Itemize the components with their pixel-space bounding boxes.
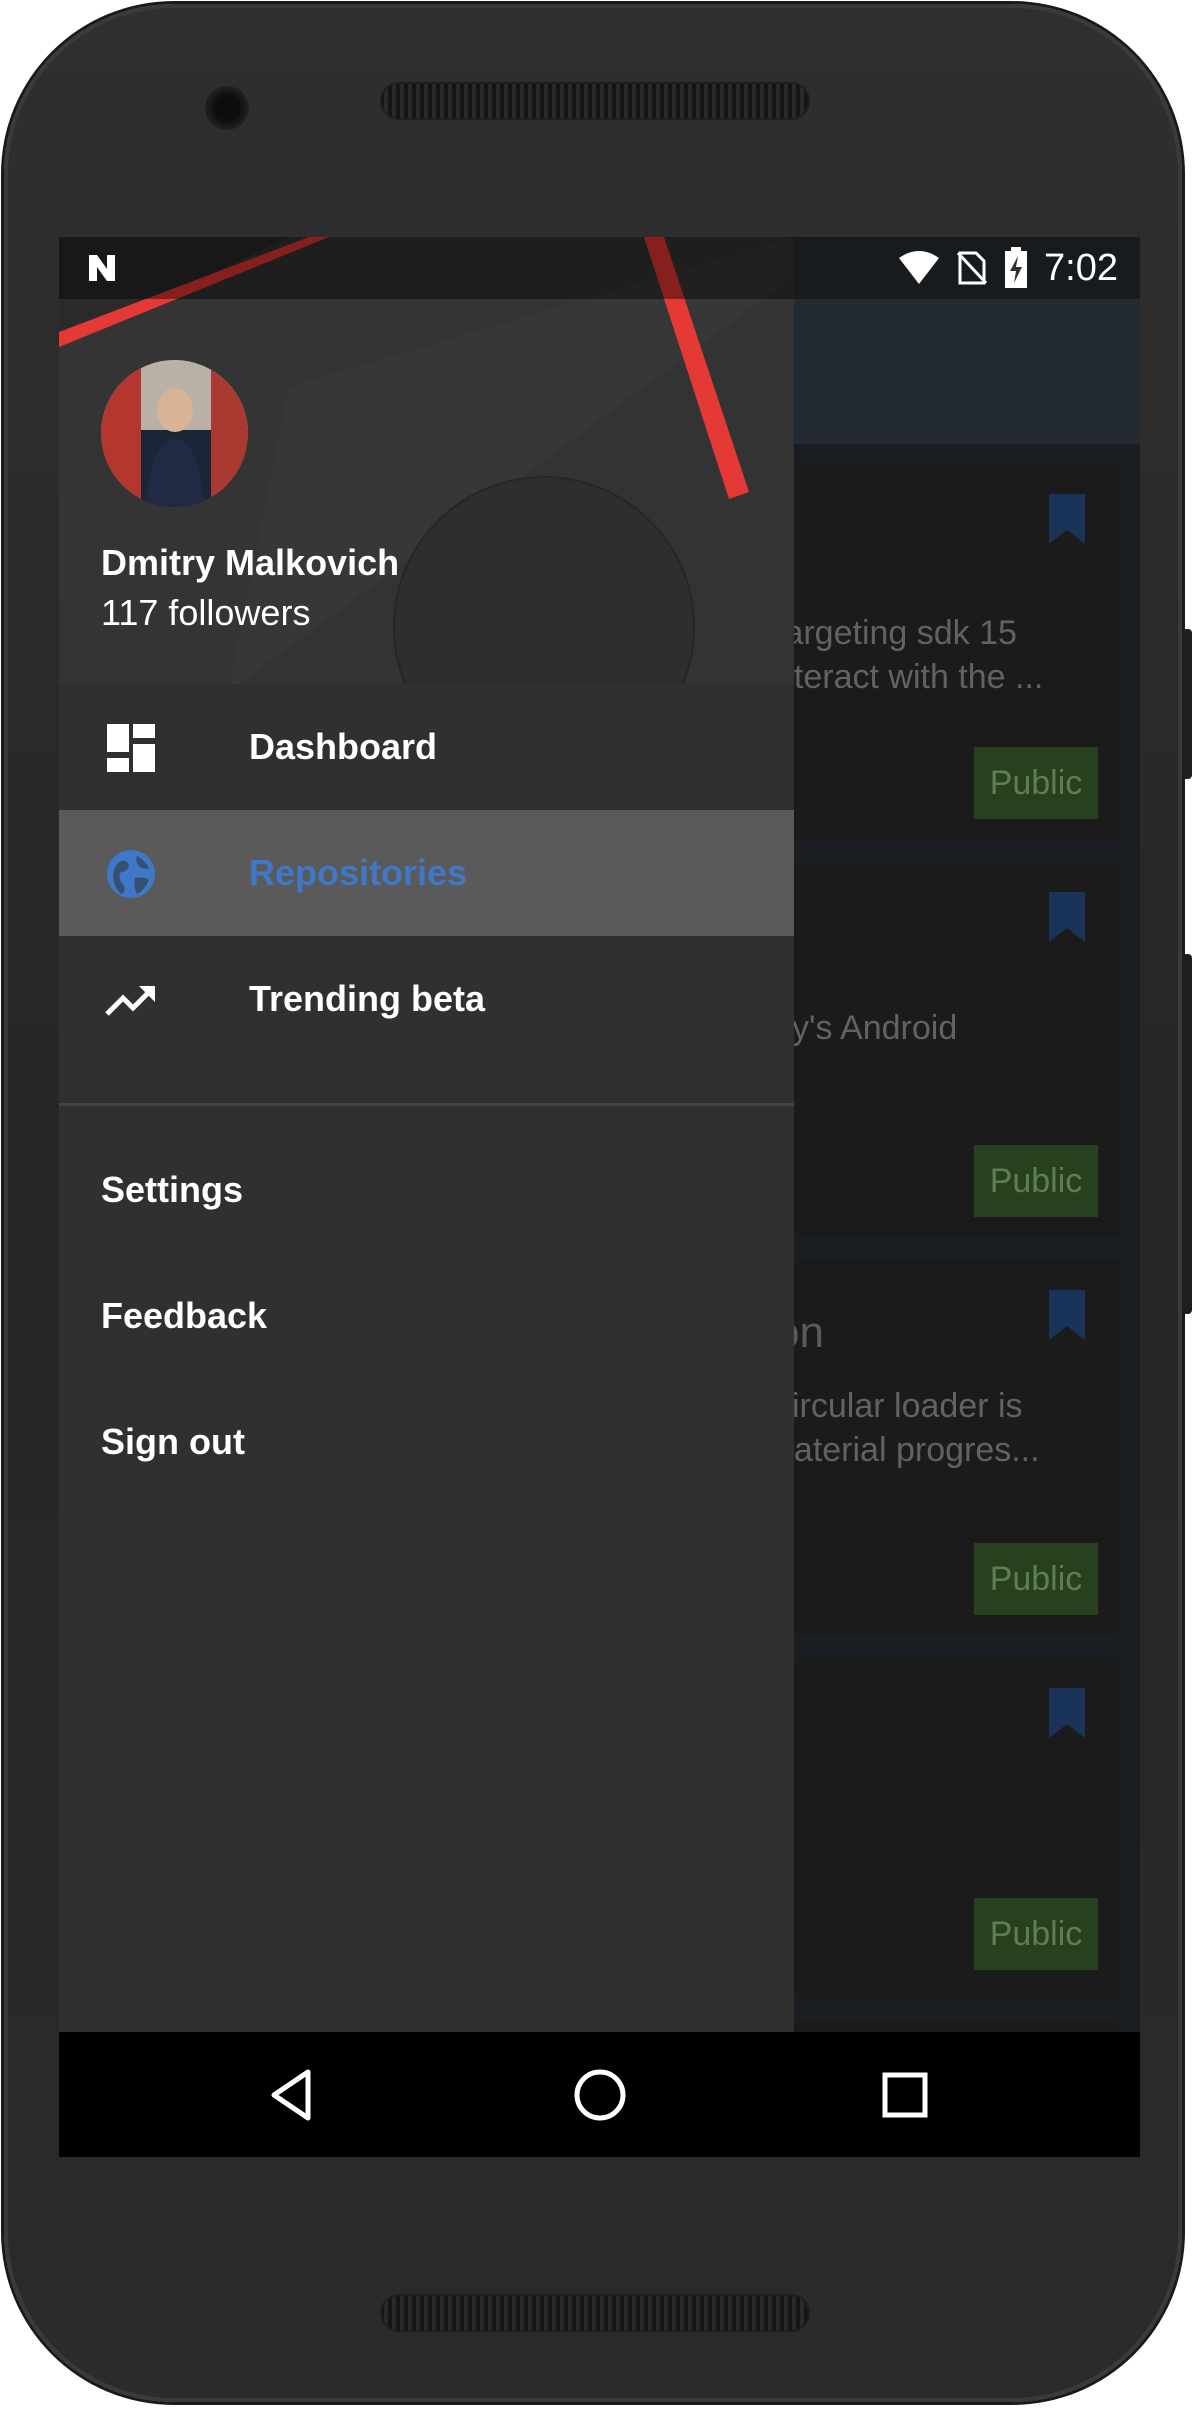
avatar-photo bbox=[101, 360, 248, 507]
drawer-item-label: Dashboard bbox=[249, 726, 438, 767]
avatar[interactable] bbox=[101, 360, 248, 507]
volume-button bbox=[1182, 629, 1192, 779]
drawer-item-trending[interactable]: Trending beta bbox=[59, 936, 794, 1062]
drawer-header: Dmitry Malkovich 117 followers bbox=[59, 237, 794, 684]
drawer-item-settings[interactable]: Settings bbox=[101, 1127, 701, 1253]
repo-description: circular loader is naterial progres... bbox=[775, 1387, 1040, 1469]
visibility-badge: Public bbox=[974, 1145, 1098, 1217]
drawer-divider bbox=[59, 1103, 794, 1106]
trending-up-icon bbox=[105, 986, 155, 1016]
bottom-speaker bbox=[380, 2294, 810, 2332]
visibility-badge: Public bbox=[974, 1543, 1098, 1615]
battery-charging-icon bbox=[1005, 247, 1028, 288]
home-icon[interactable] bbox=[569, 2064, 631, 2126]
n-logo-icon bbox=[89, 255, 115, 281]
visibility-badge: Public bbox=[974, 747, 1098, 819]
bookmark-icon[interactable] bbox=[1049, 494, 1085, 544]
drawer-item-label: Repositories bbox=[249, 852, 468, 893]
recents-icon[interactable] bbox=[874, 2064, 936, 2126]
repo-description: targeting sdk 15 nteract with the ... bbox=[775, 614, 1044, 696]
bookmark-icon[interactable] bbox=[1049, 1290, 1085, 1340]
repo-description: ity's Android bbox=[775, 1009, 958, 1047]
power-button bbox=[1182, 954, 1192, 1314]
top-speaker bbox=[380, 82, 810, 120]
drawer-item-sign-out[interactable]: Sign out bbox=[101, 1379, 701, 1505]
status-time: 7:02 bbox=[1044, 246, 1118, 289]
wifi-icon bbox=[899, 251, 940, 284]
bookmark-icon[interactable] bbox=[1049, 892, 1085, 942]
front-camera bbox=[205, 86, 249, 130]
drawer-item-feedback[interactable]: Feedback bbox=[101, 1253, 701, 1379]
back-icon[interactable] bbox=[264, 2064, 326, 2126]
status-bar: 7:02 bbox=[59, 237, 1140, 299]
screen: targeting sdk 15 nteract with the ... Pu… bbox=[59, 237, 1140, 2157]
visibility-badge: Public bbox=[974, 1898, 1098, 1970]
user-followers: 117 followers bbox=[101, 592, 311, 633]
drawer-item-repositories[interactable]: Repositories bbox=[59, 810, 794, 936]
globe-icon bbox=[107, 850, 155, 898]
drawer-item-label: Trending beta bbox=[249, 978, 486, 1019]
phone-frame: targeting sdk 15 nteract with the ... Pu… bbox=[4, 4, 1192, 2402]
user-name: Dmitry Malkovich bbox=[101, 542, 400, 583]
system-nav-bar bbox=[59, 2032, 1140, 2157]
bookmark-icon[interactable] bbox=[1049, 1688, 1085, 1738]
drawer-item-dashboard[interactable]: Dashboard bbox=[59, 684, 794, 810]
no-sim-icon bbox=[956, 251, 988, 285]
dashboard-icon bbox=[107, 724, 155, 772]
navigation-drawer: Dmitry Malkovich 117 followers Dashboard bbox=[59, 237, 794, 2032]
